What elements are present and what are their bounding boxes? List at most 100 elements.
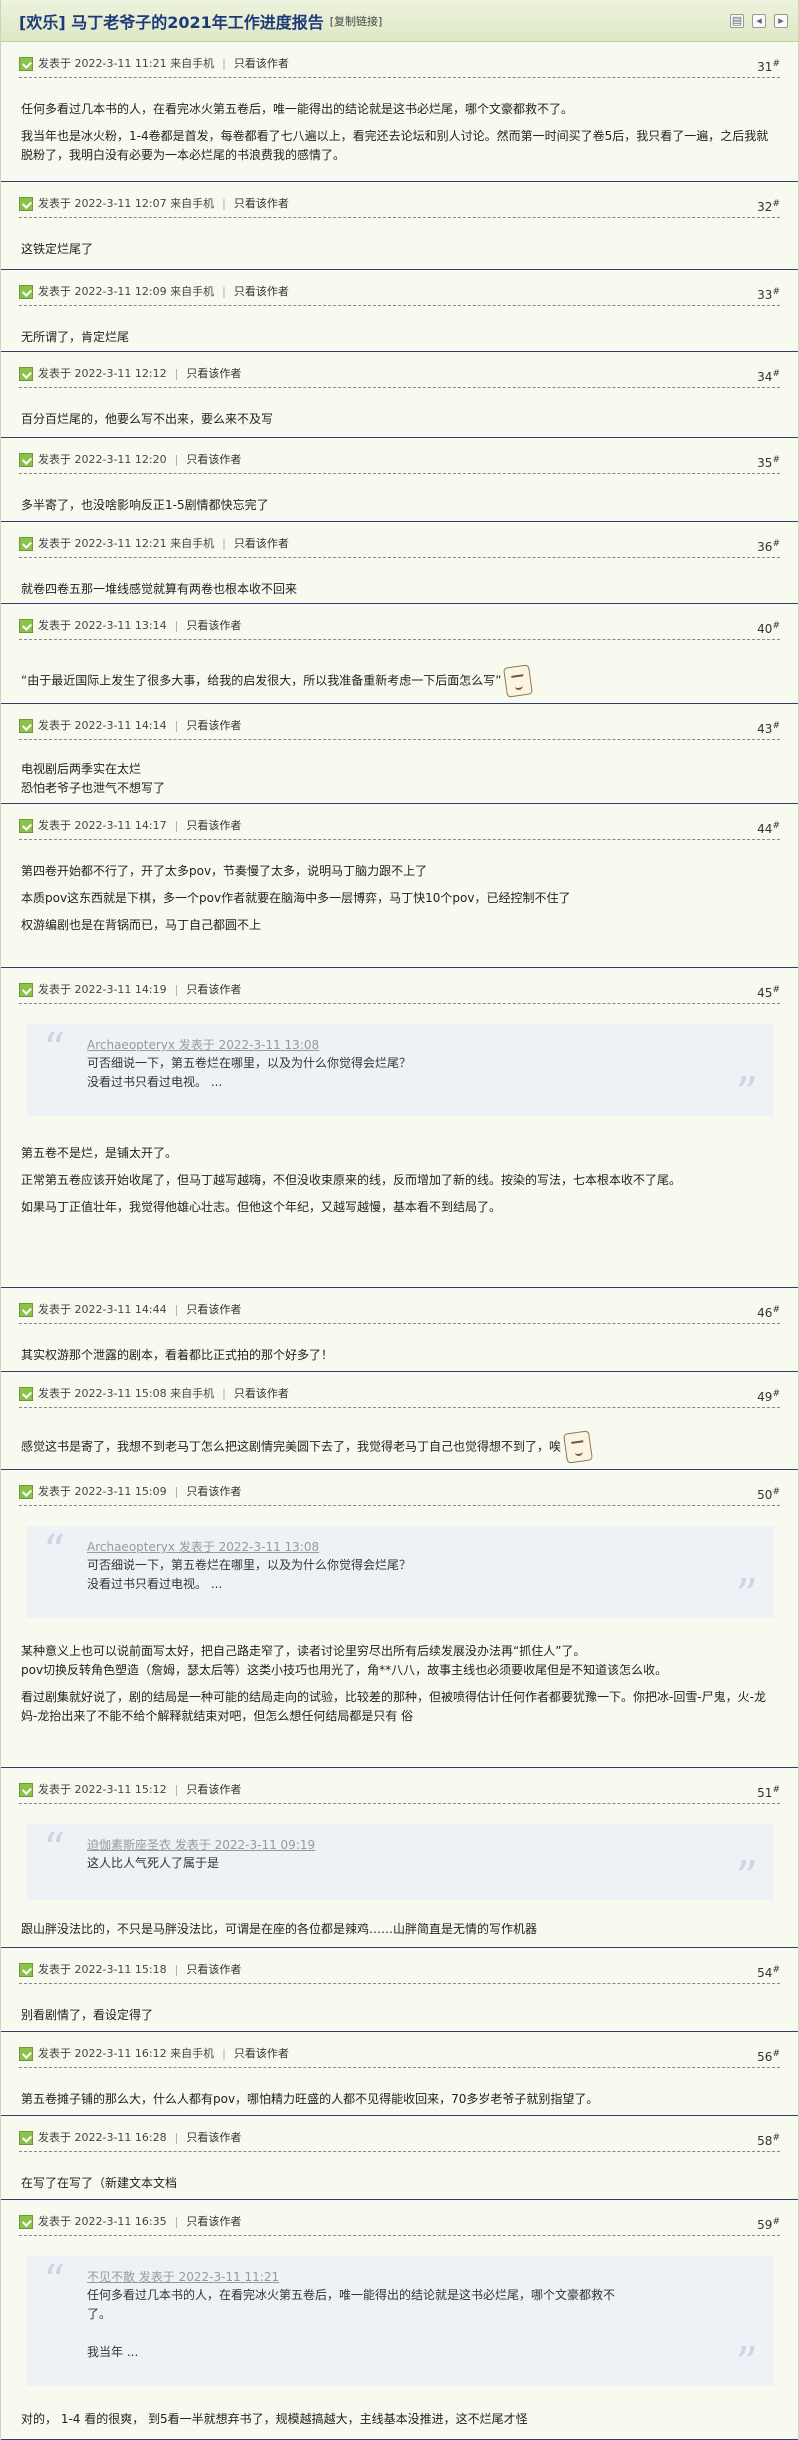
post-line <box>21 1680 778 1688</box>
thread-title: [欢乐] 马丁老爷子的2021年工作进度报告 <box>19 12 324 32</box>
online-status-icon <box>19 453 33 467</box>
copy-link[interactable]: [复制链接] <box>330 13 383 29</box>
prev-icon[interactable]: ◂ <box>752 13 766 28</box>
post-content: 任何多看过几本书的人，在看完冰火第五卷后，唯一能得出的结论就是这书必烂尾，哪个文… <box>21 100 778 165</box>
floor-number[interactable]: 32# <box>757 196 780 215</box>
post-header: 发表于 2022-3-11 16:28 | 只看该作者 58# <box>19 2130 780 2152</box>
post-content: 跟山胖没法比的，不只是马胖没法比，可谓是在座的各位都是辣鸡……山胖简直是无情的写… <box>21 1920 778 1939</box>
quote-line: 我当年 ... <box>87 2345 139 2359</box>
floor-number[interactable]: 54# <box>757 1962 780 1981</box>
floor-number[interactable]: 40# <box>757 618 780 637</box>
post-line: 在写了在写了（新建文本文档 <box>21 2176 178 2190</box>
post-header: 发表于 2022-3-11 12:12 | 只看该作者 34# <box>19 366 780 388</box>
quote-line: 可否细说一下，第五卷烂在哪里，以及为什么你觉得会烂尾？ <box>87 1558 412 1572</box>
post-line: 本质pov这东西就是下棋，多一个pov作者就要在脑海中多一层博弈，马丁快10个p… <box>21 891 571 905</box>
floor-number[interactable]: 31# <box>757 56 780 75</box>
floor-number[interactable]: 51# <box>757 1782 780 1801</box>
thread-title-bar: [欢乐] 马丁老爷子的2021年工作进度报告 [复制链接] ▤ ◂ ▸ <box>1 0 798 42</box>
post: 发表于 2022-3-11 16:28 | 只看该作者 58# 在写了在写了（新建文本文… <box>1 2116 798 2200</box>
post-line: 某种意义上也可以说前面写太好，把自己路走窄了，读者讨论里穷尽出所有后续发展没办法… <box>21 1644 586 1658</box>
post-meta: 发表于 2022-3-11 14:44 <box>38 1303 167 1316</box>
floor-number[interactable]: 44# <box>757 818 780 837</box>
post-meta: 发表于 2022-3-11 15:12 <box>38 1783 167 1796</box>
only-author-link[interactable]: 只看该作者 <box>234 1386 289 1402</box>
print-icon[interactable]: ▤ <box>730 13 744 28</box>
only-author-link[interactable]: 只看该作者 <box>186 618 241 634</box>
meta-divider: | <box>174 1783 179 1796</box>
quote-source-link[interactable]: Archaeopteryx 发表于 2022-3-11 13:08 <box>87 1538 319 1555</box>
post-meta: 发表于 2022-3-11 16:28 <box>38 2131 167 2144</box>
quote-line: 这人比人气死人了属于是 <box>87 1856 220 1870</box>
only-author-link[interactable]: 只看该作者 <box>186 1302 241 1318</box>
quote-block: “ Archaeopteryx 发表于 2022-3-11 13:08 可否细说一下… <box>27 1024 774 1116</box>
meta-divider: | <box>222 2047 226 2060</box>
smiley-face-icon <box>563 1430 593 1464</box>
only-author-link[interactable]: 只看该作者 <box>234 2046 289 2062</box>
post: 发表于 2022-3-11 14:44 | 只看该作者 46# 其实权游那个泄露的剧本，… <box>1 1288 798 1372</box>
post-line: 如果马丁正值壮年，我觉得他雄心壮志。但他这个年纪，又越写越慢，基本看不到结局了。 <box>21 1200 502 1214</box>
post-content: 这铁定烂尾了 <box>21 240 778 259</box>
post-line: 第五卷不是烂，是铺太开了。 <box>21 1146 178 1160</box>
floor-number[interactable]: 46# <box>757 1302 780 1321</box>
online-status-icon <box>19 619 33 633</box>
floor-number[interactable]: 59# <box>757 2214 780 2233</box>
post-content: 在写了在写了（新建文本文档 <box>21 2174 778 2193</box>
post-meta: 发表于 2022-3-11 16:35 <box>38 2215 167 2228</box>
only-author-link[interactable]: 只看该作者 <box>186 2214 241 2230</box>
only-author-link[interactable]: 只看该作者 <box>186 718 241 734</box>
post-content: 某种意义上也可以说前面写太好，把自己路走窄了，读者讨论里穷尽出所有后续发展没办法… <box>21 1642 778 1726</box>
online-status-icon <box>19 2047 33 2061</box>
meta-divider: | <box>222 537 226 550</box>
only-author-link[interactable]: 只看该作者 <box>186 1782 241 1798</box>
post-header: 发表于 2022-3-11 14:14 | 只看该作者 43# <box>19 718 780 740</box>
floor-number[interactable]: 45# <box>757 982 780 1001</box>
only-author-link[interactable]: 只看该作者 <box>186 982 241 998</box>
post-line: 就卷四卷五那一堆线感觉就算有两卷也根本收不回来 <box>21 582 298 596</box>
meta-divider: | <box>174 2215 179 2228</box>
only-author-link[interactable]: 只看该作者 <box>186 366 241 382</box>
post-line: 任何多看过几本书的人，在看完冰火第五卷后，唯一能得出的结论就是这书必烂尾，哪个文… <box>21 102 574 116</box>
only-author-link[interactable]: 只看该作者 <box>186 1962 241 1978</box>
quote-source-link[interactable]: 迫伽素斯座圣衣 发表于 2022-3-11 09:19 <box>87 1836 315 1853</box>
quote-block: “ 迫伽素斯座圣衣 发表于 2022-3-11 09:19 这人比人气死人了属于是 ” <box>27 1824 774 1900</box>
floor-number[interactable]: 35# <box>757 452 780 471</box>
meta-divider: | <box>174 2131 179 2144</box>
floor-number[interactable]: 34# <box>757 366 780 385</box>
post-line: 看过剧集就好说了，剧的结局是一种可能的结局走向的试验，比较差的那种，但被喷得估计… <box>21 1690 766 1723</box>
only-author-link[interactable]: 只看该作者 <box>234 284 289 300</box>
only-author-link[interactable]: 只看该作者 <box>186 2130 241 2146</box>
quote-source-link[interactable]: Archaeopteryx 发表于 2022-3-11 13:08 <box>87 1036 319 1053</box>
only-author-link[interactable]: 只看该作者 <box>234 196 289 212</box>
floor-number[interactable]: 43# <box>757 718 780 737</box>
post-line <box>21 119 778 127</box>
floor-number[interactable]: 49# <box>757 1386 780 1405</box>
quote-source-link[interactable]: 不见不散 发表于 2022-3-11 11:21 <box>87 2268 279 2285</box>
next-icon[interactable]: ▸ <box>774 13 788 28</box>
quote-open-icon: “ <box>43 1824 66 1875</box>
post-header: 发表于 2022-3-11 14:44 | 只看该作者 46# <box>19 1302 780 1324</box>
post: 发表于 2022-3-11 12:20 | 只看该作者 35# 多半寄了，也没啥影响反正… <box>1 438 798 522</box>
post-line: 我当年也是冰火粉，1-4卷都是首发，每卷都看了七八遍以上，看完还去论坛和别人讨论… <box>21 129 769 162</box>
online-status-icon <box>19 1963 33 1977</box>
post: 发表于 2022-3-11 14:14 | 只看该作者 43# 电视剧后两季实在太烂 恐怕… <box>1 704 798 804</box>
post-meta: 发表于 2022-3-11 11:21 来自手机 <box>38 57 215 70</box>
floor-number[interactable]: 33# <box>757 284 780 303</box>
floor-number[interactable]: 56# <box>757 2046 780 2065</box>
only-author-link[interactable]: 只看该作者 <box>186 1484 241 1500</box>
floor-number[interactable]: 50# <box>757 1484 780 1503</box>
only-author-link[interactable]: 只看该作者 <box>234 536 289 552</box>
quote-block: “ Archaeopteryx 发表于 2022-3-11 13:08 可否细说一下… <box>27 1526 774 1618</box>
post-header: 发表于 2022-3-11 12:07 来自手机 | 只看该作者 32# <box>19 196 780 218</box>
post: 发表于 2022-3-11 15:08 来自手机 | 只看该作者 49# 感觉这书是寄了… <box>1 1372 798 1470</box>
post: 发表于 2022-3-11 14:17 | 只看该作者 44# 第四卷开始都不行了，开了… <box>1 804 798 968</box>
quote-line: 了。 <box>87 2307 112 2321</box>
post-header: 发表于 2022-3-11 12:20 | 只看该作者 35# <box>19 452 780 474</box>
floor-number[interactable]: 58# <box>757 2130 780 2149</box>
post: 发表于 2022-3-11 15:18 | 只看该作者 54# 别看剧情了，看设定得了 <box>1 1948 798 2032</box>
only-author-link[interactable]: 只看该作者 <box>234 56 289 72</box>
post-meta: 发表于 2022-3-11 14:19 <box>38 983 167 996</box>
post-meta: 发表于 2022-3-11 12:09 来自手机 <box>38 285 215 298</box>
only-author-link[interactable]: 只看该作者 <box>186 818 241 834</box>
floor-number[interactable]: 36# <box>757 536 780 555</box>
only-author-link[interactable]: 只看该作者 <box>186 452 241 468</box>
